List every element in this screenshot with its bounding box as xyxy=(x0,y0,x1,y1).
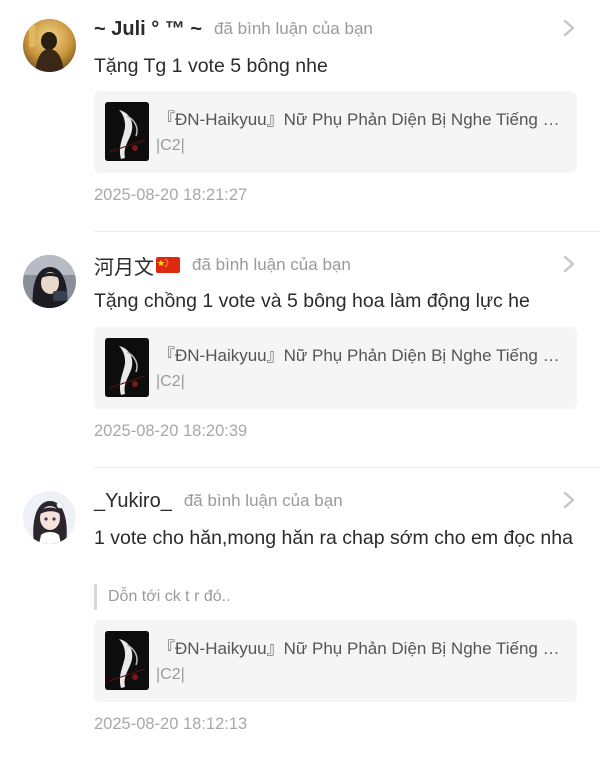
username[interactable]: ~ Juli ° ™ ~ xyxy=(94,18,202,41)
story-title: 『ĐN-Haikyuu』Nữ Phụ Phản Diện Bị Nghe Tiế… xyxy=(158,110,566,129)
story-card[interactable]: 『ĐN-Haikyuu』Nữ Phụ Phản Diện Bị Nghe Tiế… xyxy=(94,620,577,702)
avatar[interactable] xyxy=(23,491,76,544)
avatar-girl-dark-icon xyxy=(23,255,76,308)
notification-item[interactable]: ~ Juli ° ™ ~ đã bình luận của bạn Tặng T… xyxy=(0,0,600,232)
comment-text: 1 vote cho hăn,mong hăn ra chap sớm cho … xyxy=(94,527,573,549)
action-text: đã bình luận của bạn xyxy=(214,19,373,38)
timestamp: 2025-08-20 18:12:13 xyxy=(94,715,248,733)
notification-item[interactable]: 河月文 đã bình luận của bạn Tặng chồng 1 vo… xyxy=(0,232,600,468)
notification-header: 河月文 đã bình luận của bạn xyxy=(94,250,351,280)
avatar[interactable] xyxy=(23,255,76,308)
china-flag-icon xyxy=(156,257,180,273)
action-text: đã bình luận của bạn xyxy=(183,491,343,510)
story-title: 『ĐN-Haikyuu』Nữ Phụ Phản Diện Bị Nghe Tiế… xyxy=(158,639,566,658)
username[interactable]: _Yukiro_ xyxy=(94,490,172,513)
notification-header: _Yukiro_ đã bình luận của bạn xyxy=(94,486,343,516)
story-cover xyxy=(105,338,149,397)
story-cover xyxy=(105,102,149,161)
action-text: đã bình luận của bạn xyxy=(192,255,351,274)
chevron-right-icon[interactable] xyxy=(562,490,576,510)
notification-header: ~ Juli ° ™ ~ đã bình luận của bạn xyxy=(94,14,373,44)
story-cover-image-icon xyxy=(105,102,149,161)
chapter-label: |C2| xyxy=(156,666,185,683)
story-cover-image-icon xyxy=(105,338,149,397)
story-card[interactable]: 『ĐN-Haikyuu』Nữ Phụ Phản Diện Bị Nghe Tiế… xyxy=(94,327,577,409)
chapter-label: |C2| xyxy=(156,137,185,154)
notification-item[interactable]: _Yukiro_ đã bình luận của bạn 1 vote cho… xyxy=(0,468,600,760)
username[interactable]: 河月文 xyxy=(94,251,154,280)
avatar-girl-golden-icon xyxy=(23,19,76,72)
avatar-anime-girl-icon xyxy=(23,491,76,544)
comment-text: Tặng chồng 1 vote và 5 bông hoa làm động… xyxy=(94,290,530,312)
avatar[interactable] xyxy=(23,19,76,72)
comment-text: Tặng Tg 1 vote 5 bông nhe xyxy=(94,55,328,77)
story-card[interactable]: 『ĐN-Haikyuu』Nữ Phụ Phản Diện Bị Nghe Tiế… xyxy=(94,91,577,173)
story-cover-image-icon xyxy=(105,631,149,690)
story-cover xyxy=(105,631,149,690)
timestamp: 2025-08-20 18:21:27 xyxy=(94,186,248,204)
chapter-label: |C2| xyxy=(156,373,185,390)
notification-feed: ~ Juli ° ™ ~ đã bình luận của bạn Tặng T… xyxy=(0,0,600,760)
chevron-right-icon[interactable] xyxy=(562,254,576,274)
quoted-reply: Dỗn tới ck t r đó.. xyxy=(94,584,231,610)
timestamp: 2025-08-20 18:20:39 xyxy=(94,422,248,440)
chevron-right-icon[interactable] xyxy=(562,18,576,38)
story-title: 『ĐN-Haikyuu』Nữ Phụ Phản Diện Bị Nghe Tiế… xyxy=(158,346,566,365)
